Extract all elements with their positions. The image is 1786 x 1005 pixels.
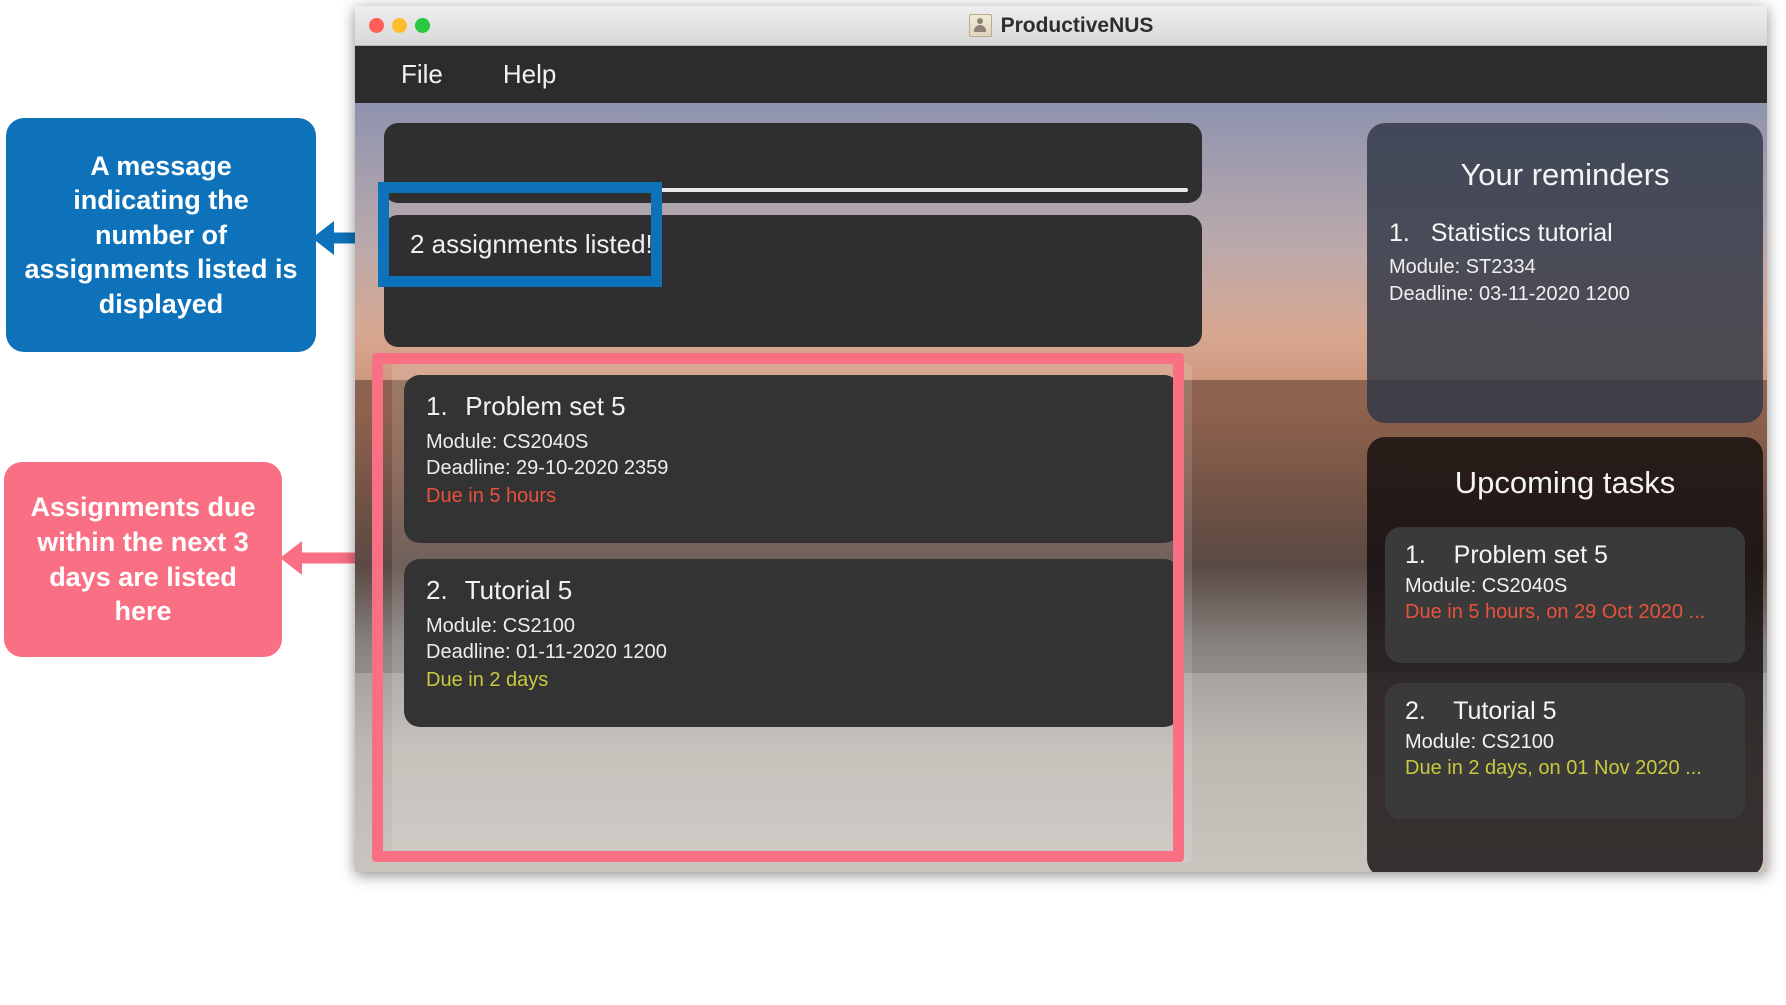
annotation-callout-blue: A message indicating the number of assig… — [6, 118, 316, 352]
highlight-box-result-message — [378, 182, 662, 287]
menu-item-help[interactable]: Help — [487, 55, 572, 94]
upcoming-heading: Upcoming tasks — [1454, 465, 1676, 500]
window-title-group: ProductiveNUS — [968, 13, 1154, 38]
side-column: Your reminders 1. Statistics tutorial Mo… — [1363, 115, 1767, 872]
task-due-status: Due in 5 hours, on 29 Oct 2020 ... — [1405, 601, 1706, 623]
task-module: Module: CS2100 — [1405, 731, 1554, 753]
upcoming-tasks-panel: Upcoming tasks 1. Problem set 5 Module: … — [1367, 437, 1763, 872]
reminder-module: Module: ST2334 — [1389, 256, 1536, 278]
annotation-pink-text: Assignments due within the next 3 days a… — [30, 492, 256, 627]
task-index: 1. — [1405, 541, 1426, 569]
task-index: 2. — [1405, 697, 1426, 725]
person-icon — [968, 14, 992, 37]
upcoming-task-card[interactable]: 1. Problem set 5 Module: CS2040S Due in … — [1385, 527, 1745, 663]
reminder-name: Statistics tutorial — [1430, 219, 1613, 247]
arrow-head — [312, 221, 334, 255]
upcoming-task-card[interactable]: 2. Tutorial 5 Module: CS2100 Due in 2 da… — [1385, 683, 1745, 819]
reminder-item[interactable]: 1. Statistics tutorial Module: ST2334 De… — [1389, 219, 1741, 307]
reminders-heading: Your reminders — [1460, 157, 1670, 192]
maximize-button[interactable] — [415, 18, 430, 33]
reminder-deadline: Deadline: 03-11-2020 1200 — [1389, 282, 1630, 305]
menu-item-file[interactable]: File — [385, 55, 459, 94]
task-title-row: 1. Problem set 5 — [1405, 541, 1725, 570]
reminder-title-row: 1. Statistics tutorial — [1389, 219, 1741, 248]
task-due-status: Due in 2 days, on 01 Nov 2020 ... — [1405, 757, 1702, 779]
task-name: Tutorial 5 — [1453, 697, 1557, 725]
task-name: Problem set 5 — [1453, 541, 1608, 569]
reminders-panel: Your reminders 1. Statistics tutorial Mo… — [1367, 123, 1763, 423]
arrow-head — [280, 541, 302, 575]
annotation-blue-text: A message indicating the number of assig… — [24, 150, 298, 319]
menu-bar: File Help — [355, 46, 1767, 103]
task-module: Module: CS2040S — [1405, 575, 1568, 597]
task-title-row: 2. Tutorial 5 — [1405, 697, 1725, 726]
window-title: ProductiveNUS — [1000, 13, 1154, 37]
window-controls — [369, 6, 430, 45]
annotation-callout-pink: Assignments due within the next 3 days a… — [4, 462, 282, 657]
close-button[interactable] — [369, 18, 384, 33]
minimize-button[interactable] — [392, 18, 407, 33]
window-titlebar: ProductiveNUS — [355, 6, 1767, 46]
reminder-index: 1. — [1389, 219, 1410, 247]
highlight-box-assignment-list — [372, 353, 1184, 862]
